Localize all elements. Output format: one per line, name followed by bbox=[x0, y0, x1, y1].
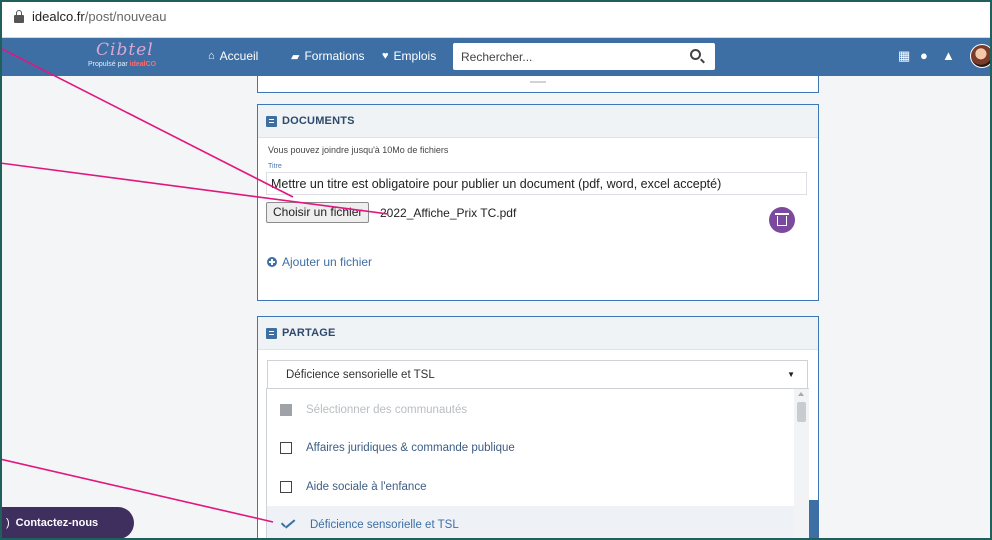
logo-byline: Propulsé par idealCO bbox=[88, 61, 157, 68]
community-select-value: Déficience sensorielle et TSL bbox=[286, 369, 435, 381]
partage-card-header: PARTAGE bbox=[258, 317, 818, 350]
url-domain: idealco.fr bbox=[32, 9, 85, 24]
partage-title: PARTAGE bbox=[282, 327, 336, 339]
logo-mark: Cibtel bbox=[96, 40, 154, 60]
add-file-link[interactable]: Ajouter un fichier bbox=[267, 255, 372, 269]
documents-title: DOCUMENTS bbox=[282, 115, 355, 127]
trophy-icon: ♥ bbox=[382, 50, 389, 62]
share-icon bbox=[266, 327, 277, 339]
upload-limit-hint: Vous pouvez joindre jusqu'à 10Mo de fich… bbox=[268, 145, 449, 155]
dropdown-option-placeholder: Sélectionner des communautés bbox=[267, 391, 794, 429]
selected-file-name: 2022_Affiche_Prix TC.pdf bbox=[380, 206, 517, 220]
trash-icon bbox=[777, 216, 787, 226]
calendar-icon[interactable]: ▦ bbox=[898, 48, 910, 64]
chat-icon[interactable]: ● bbox=[920, 48, 928, 63]
dropdown-option-selected[interactable]: Déficience sensorielle et TSL bbox=[267, 506, 794, 540]
checkbox-icon bbox=[280, 442, 292, 454]
file-icon bbox=[266, 115, 277, 127]
nav-link-accueil[interactable]: ⌂ Accueil bbox=[208, 49, 258, 63]
top-navbar: Cibtel Propulsé par idealCO ⌂ Accueil ▰ Fo… bbox=[0, 38, 992, 76]
avatar[interactable] bbox=[970, 44, 992, 68]
search-icon[interactable] bbox=[690, 49, 701, 60]
check-icon bbox=[280, 519, 296, 531]
search-input[interactable] bbox=[453, 43, 683, 70]
documents-card: DOCUMENTS Vous pouvez joindre jusqu'à 10… bbox=[257, 104, 819, 301]
nav-link-formations[interactable]: ▰ Formations bbox=[291, 49, 365, 63]
titre-input[interactable] bbox=[266, 172, 807, 195]
bell-icon[interactable]: ▲ bbox=[942, 48, 955, 63]
plus-circle-icon bbox=[267, 257, 277, 267]
contact-bracket-icon: ) bbox=[6, 517, 10, 529]
scroll-up-icon[interactable] bbox=[798, 392, 804, 396]
contact-button[interactable]: ) Contactez-nous bbox=[0, 507, 134, 539]
previous-card-bottom bbox=[257, 76, 819, 93]
caret-down-icon: ▼ bbox=[787, 370, 795, 379]
resize-grip[interactable] bbox=[530, 81, 546, 83]
dropdown-option[interactable]: Affaires juridiques & commande publique bbox=[267, 429, 794, 467]
graduation-cap-icon: ▰ bbox=[291, 50, 300, 63]
screenshot: idealco.fr/post/nouveau Cibtel Propulsé … bbox=[0, 0, 992, 540]
home-icon: ⌂ bbox=[208, 50, 215, 62]
nav-link-emplois[interactable]: ♥ Emplois bbox=[382, 49, 436, 63]
lock-icon bbox=[14, 10, 24, 23]
address-bar[interactable]: idealco.fr/post/nouveau bbox=[0, 0, 992, 38]
search-box bbox=[453, 43, 715, 70]
scrollbar-thumb[interactable] bbox=[797, 402, 806, 422]
documents-card-header: DOCUMENTS bbox=[258, 105, 818, 138]
card-side-accent bbox=[809, 500, 819, 540]
delete-file-button[interactable] bbox=[769, 207, 795, 233]
url[interactable]: idealco.fr/post/nouveau bbox=[32, 9, 166, 24]
trash-icon-lid bbox=[775, 213, 789, 215]
checkbox-icon bbox=[280, 404, 292, 416]
choose-file-button[interactable]: Choisir un fichier bbox=[266, 202, 370, 223]
dropdown-option[interactable]: Aide sociale à l'enfance bbox=[267, 468, 794, 506]
url-path: /post/nouveau bbox=[84, 9, 167, 24]
checkbox-icon bbox=[280, 481, 292, 493]
community-select[interactable]: Déficience sensorielle et TSL ▼ bbox=[267, 360, 808, 389]
titre-label: Titre bbox=[268, 163, 282, 170]
site-logo[interactable]: Cibtel Propulsé par idealCO bbox=[86, 40, 186, 74]
community-dropdown: Sélectionner des communautés Affaires ju… bbox=[266, 388, 809, 540]
dropdown-scrollbar[interactable] bbox=[794, 389, 809, 540]
